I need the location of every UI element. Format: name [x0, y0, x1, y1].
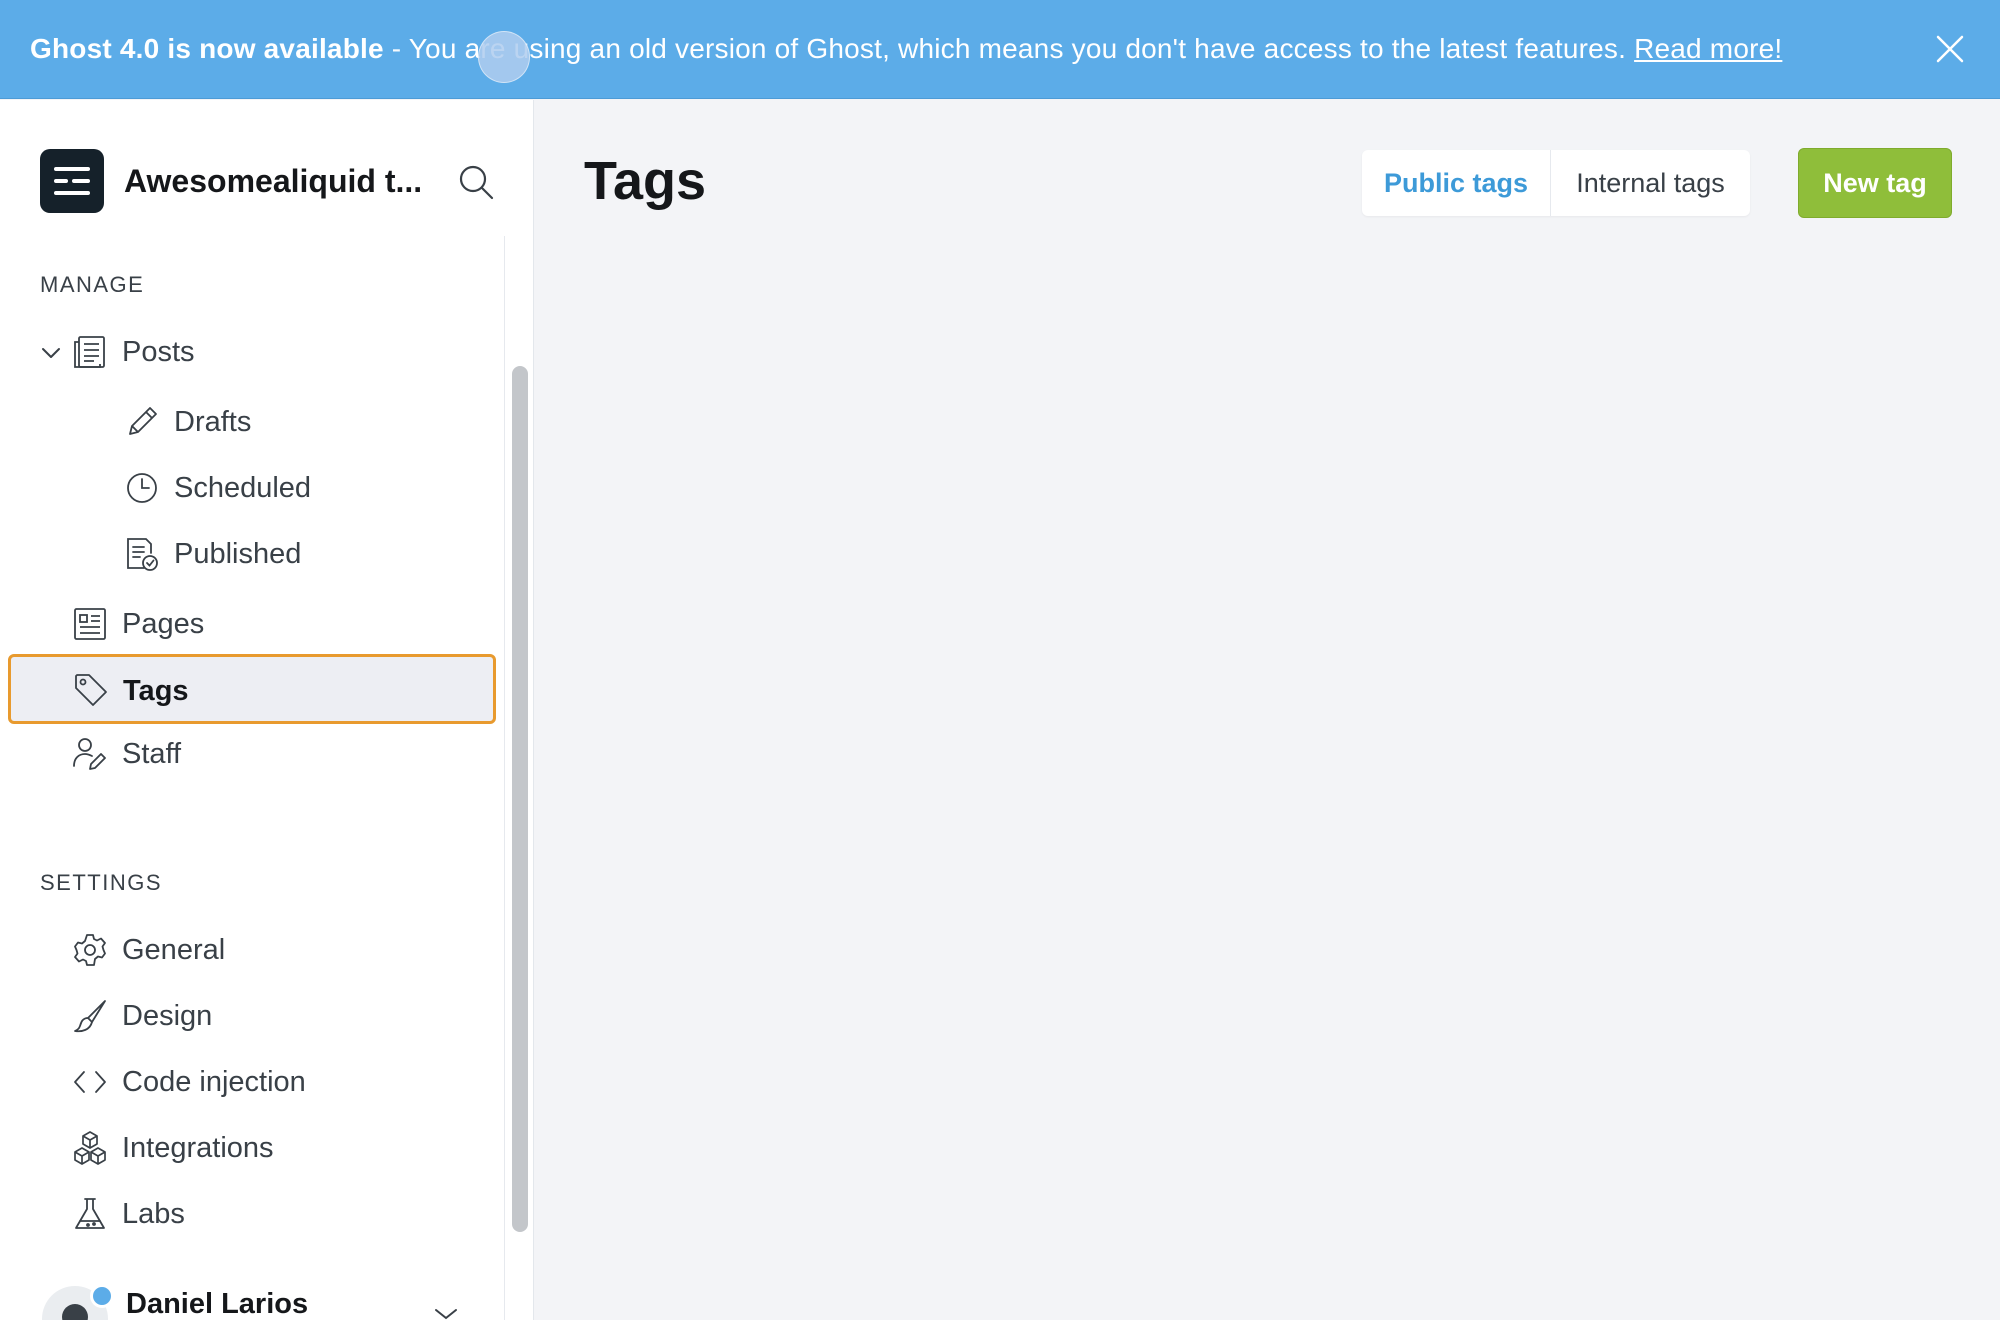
chevron-down-icon[interactable] — [434, 1308, 458, 1320]
sidebar-item-posts[interactable]: Posts — [8, 320, 496, 384]
sidebar-item-tags[interactable]: Tags — [8, 654, 496, 724]
sidebar-item-label: Staff — [122, 738, 182, 770]
user-status-dot — [90, 1284, 114, 1308]
sidebar-item-general[interactable]: General — [8, 918, 496, 982]
sidebar-item-scheduled[interactable]: Scheduled — [8, 456, 496, 520]
sidebar-item-code-injection[interactable]: Code injection — [8, 1050, 496, 1114]
update-banner: Ghost 4.0 is now available - You are usi… — [0, 0, 2000, 99]
user-name: Daniel Larios — [126, 1288, 309, 1320]
published-icon — [124, 536, 160, 572]
sidebar-item-design[interactable]: Design — [8, 984, 496, 1048]
pages-icon — [72, 606, 108, 642]
sidebar-item-integrations[interactable]: Integrations — [8, 1116, 496, 1180]
sidebar-item-published[interactable]: Published — [8, 522, 496, 586]
posts-icon — [72, 334, 108, 370]
cursor-indicator — [478, 31, 530, 83]
banner-text: Ghost 4.0 is now available - You are usi… — [30, 33, 1782, 65]
integrations-icon — [72, 1130, 108, 1166]
tag-icon — [73, 672, 109, 708]
search-icon[interactable] — [456, 162, 496, 202]
tab-public-tags[interactable]: Public tags — [1362, 150, 1550, 216]
flask-icon — [72, 1196, 108, 1232]
banner-message: You are using an old version of Ghost, w… — [408, 33, 1627, 64]
sidebar-item-labs[interactable]: Labs — [8, 1182, 496, 1246]
sidebar-item-label: Tags — [123, 675, 189, 707]
sidebar-item-drafts[interactable]: Drafts — [8, 390, 496, 454]
sidebar-item-label: Posts — [122, 336, 195, 368]
code-icon — [72, 1064, 108, 1100]
manage-section-label: MANAGE — [40, 272, 145, 297]
banner-headline: Ghost 4.0 is now available — [30, 33, 384, 64]
page-title: Tags — [584, 151, 707, 211]
banner-separator: - — [383, 33, 409, 64]
sidebar-item-pages[interactable]: Pages — [8, 592, 496, 656]
clock-icon — [124, 470, 160, 506]
sidebar-item-label: Pages — [122, 608, 205, 640]
new-tag-button[interactable]: New tag — [1798, 148, 1952, 218]
read-more-link[interactable]: Read more! — [1634, 33, 1782, 64]
sidebar-item-label: Labs — [122, 1198, 185, 1230]
pencil-icon — [124, 404, 160, 440]
sidebar-item-staff[interactable]: Staff — [8, 722, 496, 786]
site-logo[interactable] — [40, 149, 104, 213]
settings-section-label: SETTINGS — [40, 870, 163, 895]
sidebar-item-label: Scheduled — [174, 472, 312, 504]
tab-internal-tags[interactable]: Internal tags — [1550, 150, 1750, 216]
staff-icon — [72, 736, 108, 772]
sidebar-scroll-track — [504, 236, 505, 1320]
brush-icon — [72, 998, 108, 1034]
sidebar-item-label: Integrations — [122, 1132, 274, 1164]
sidebar-item-label: General — [122, 934, 226, 966]
tag-filter-tabs: Public tags Internal tags — [1362, 150, 1750, 216]
sidebar: Awesomealiquid t... MANAGE Posts Drafts … — [0, 100, 534, 1320]
site-title[interactable]: Awesomealiquid t... — [124, 163, 424, 200]
user-menu[interactable]: Daniel Larios — [42, 1284, 482, 1320]
close-icon[interactable] — [1934, 33, 1966, 65]
sidebar-item-label: Design — [122, 1000, 213, 1032]
sidebar-scrollbar[interactable] — [512, 366, 528, 1232]
gear-icon — [72, 932, 108, 968]
sidebar-item-label: Drafts — [174, 406, 252, 438]
sidebar-item-label: Code injection — [122, 1066, 306, 1098]
sidebar-item-label: Published — [174, 538, 302, 570]
